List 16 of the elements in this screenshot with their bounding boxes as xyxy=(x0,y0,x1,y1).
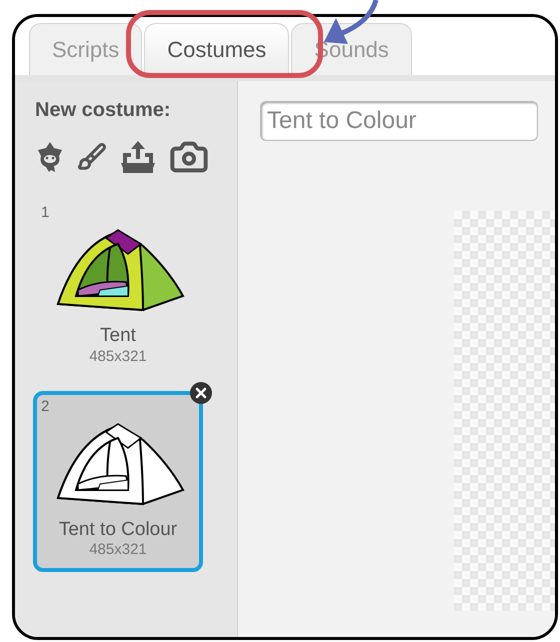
upload-icon[interactable] xyxy=(119,139,157,175)
costume-name: Tent to Colour xyxy=(58,518,178,542)
costume-name-field[interactable]: Tent to Colour xyxy=(260,101,538,141)
costume-tile[interactable]: 1 Tent 485x321 xyxy=(33,197,203,378)
costume-number: 2 xyxy=(40,398,50,414)
paintbrush-icon[interactable] xyxy=(77,142,107,172)
costume-size: 485x321 xyxy=(89,541,147,560)
costume-size: 485x321 xyxy=(89,348,147,366)
costume-number: 1 xyxy=(40,205,50,220)
close-icon[interactable] xyxy=(189,380,213,404)
costume-tile[interactable]: 2 Tent to Colour 485x321 xyxy=(33,390,203,572)
character-icon[interactable] xyxy=(35,140,65,174)
tab[interactable]: Scripts xyxy=(29,23,142,75)
tab[interactable]: Costumes xyxy=(144,23,290,75)
costume-name: Tent xyxy=(100,324,136,348)
sidebar-heading: New costume: xyxy=(35,98,172,123)
